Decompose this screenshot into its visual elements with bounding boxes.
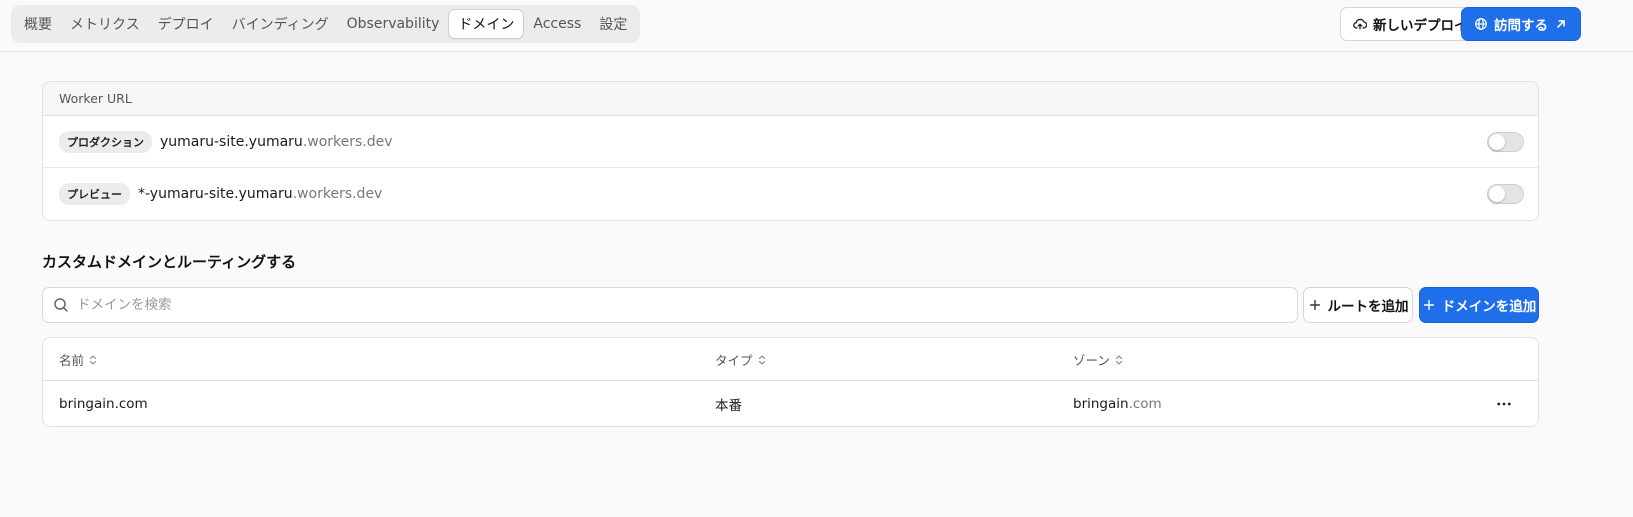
domain-type-cell: 本番 [715, 398, 742, 414]
more-actions-icon[interactable] [1494, 394, 1514, 414]
add-domain-label: ドメインを追加 [1441, 299, 1537, 315]
search-icon [53, 297, 69, 313]
add-domain-button[interactable]: ドメインを追加 [1419, 287, 1539, 323]
column-name-header[interactable]: 名前 [59, 338, 97, 381]
top-bar: 概要 メトリクス デプロイ バインディング Observability ドメイン… [0, 0, 1633, 52]
new-deploy-button[interactable]: 新しいデプロイ [1340, 7, 1481, 41]
domain-search-input[interactable] [77, 297, 1257, 313]
preview-toggle[interactable] [1487, 184, 1524, 204]
tab-bar: 概要 メトリクス デプロイ バインディング Observability ドメイン… [11, 5, 641, 43]
tab-access[interactable]: Access [524, 9, 590, 39]
domain-zone-cell: bringain .com [1073, 381, 1162, 426]
table-row[interactable]: bringain.com 本番 bringain .com [43, 381, 1538, 426]
sort-icon [758, 354, 766, 365]
worker-url-row-preview: プレビュー *-yumaru-site.yumaru .workers.dev [43, 168, 1538, 220]
preview-suffix: .workers.dev [292, 186, 383, 202]
tab-settings[interactable]: 設定 [590, 9, 636, 39]
visit-button[interactable]: 訪問する [1461, 7, 1581, 41]
tab-domains[interactable]: ドメイン [448, 9, 525, 39]
production-badge: プロダクション [59, 130, 152, 153]
production-toggle[interactable] [1487, 131, 1524, 152]
production-host: yumaru-site.yumaru [160, 133, 303, 150]
tab-overview[interactable]: 概要 [15, 9, 61, 39]
plus-icon [1422, 298, 1436, 312]
new-deploy-label: 新しいデプロイ [1373, 18, 1468, 34]
add-route-button[interactable]: ルートを追加 [1303, 287, 1413, 323]
table-header: 名前 タイプ ゾーン [43, 338, 1538, 381]
cloud-upload-icon [1353, 17, 1367, 31]
column-type-header[interactable]: タイプ [715, 338, 766, 381]
tab-deployments[interactable]: デプロイ [149, 9, 223, 39]
domains-table: 名前 タイプ ゾーン bringain.com 本番 bringain .com [42, 337, 1539, 427]
column-zone-header[interactable]: ゾーン [1073, 338, 1123, 381]
zone-suffix: .com [1128, 396, 1162, 412]
domain-name-cell: bringain.com [59, 396, 148, 412]
production-suffix: .workers.dev [302, 133, 393, 150]
visit-label: 訪問する [1494, 18, 1548, 34]
tab-metrics[interactable]: メトリクス [61, 9, 149, 39]
sort-icon [89, 354, 97, 365]
domain-search[interactable] [42, 287, 1298, 323]
column-zone-label: ゾーン [1073, 353, 1110, 368]
tab-observability[interactable]: Observability [338, 9, 449, 39]
zone-main: bringain [1073, 396, 1129, 412]
worker-url-row-production: プロダクション yumaru-site.yumaru .workers.dev [43, 116, 1538, 168]
custom-domains-title: カスタムドメインとルーティングする [42, 253, 297, 271]
worker-url-title: Worker URL [43, 82, 1538, 116]
tab-bindings[interactable]: バインディング [223, 9, 338, 39]
preview-host: *-yumaru-site.yumaru [138, 186, 293, 202]
column-name-label: 名前 [59, 353, 85, 368]
add-route-label: ルートを追加 [1327, 299, 1409, 315]
globe-icon [1474, 17, 1488, 31]
preview-badge: プレビュー [59, 183, 130, 205]
column-type-label: タイプ [715, 353, 753, 368]
external-arrow-icon [1554, 17, 1568, 31]
worker-url-card: Worker URL プロダクション yumaru-site.yumaru .wo… [42, 81, 1539, 221]
sort-icon [1115, 354, 1123, 365]
plus-icon [1308, 298, 1322, 312]
